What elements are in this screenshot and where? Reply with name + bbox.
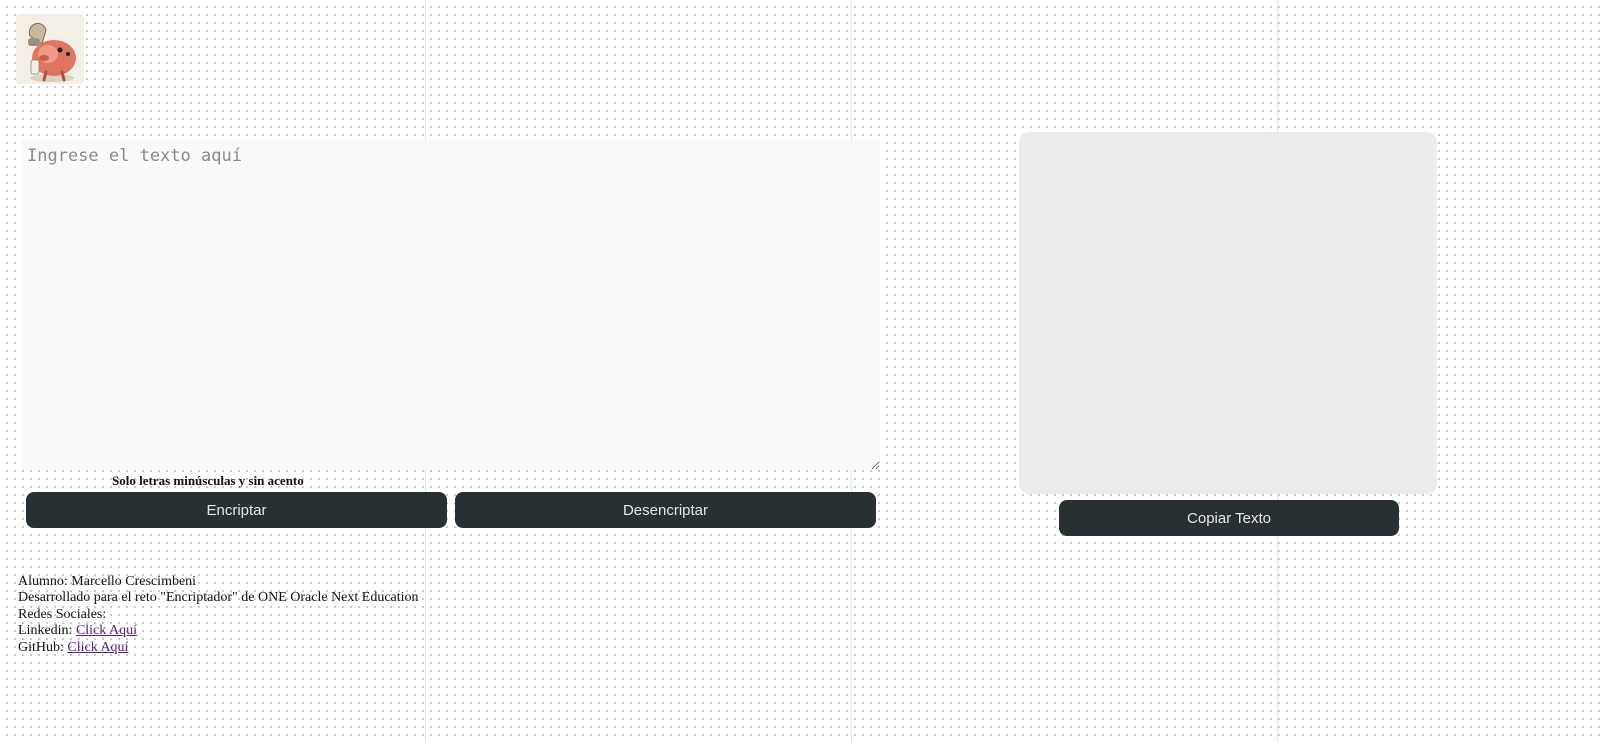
output-panel [1019,132,1437,494]
github-row: GitHub: Click Aquí [18,640,419,656]
github-label: GitHub: [18,639,64,655]
copy-text-button[interactable]: Copiar Texto [1059,500,1399,536]
encrypt-button[interactable]: Encriptar [26,492,447,528]
student-name: Alumno: Marcello Crescimbeni [18,574,197,589]
pig-mascot-icon [28,22,76,82]
social-title: Redes Sociales: [18,606,107,622]
logo-image [16,14,84,84]
text-input[interactable] [22,140,880,470]
input-hint: Solo letras minúsculas y sin acento [112,473,304,488]
footer: Alumno: Marcello Crescimbeni Desarrollad… [18,574,419,656]
linkedin-row: Linkedin: Click Aquí [18,623,419,639]
github-link[interactable]: Click Aquí [67,640,128,655]
output-text [1019,132,1437,160]
linkedin-label: Linkedin: [18,623,73,639]
decrypt-button[interactable]: Desencriptar [455,492,876,528]
linkedin-link[interactable]: Click Aquí [76,623,137,638]
challenge-credit: Desarrollado para el reto "Encriptador" … [18,590,419,606]
